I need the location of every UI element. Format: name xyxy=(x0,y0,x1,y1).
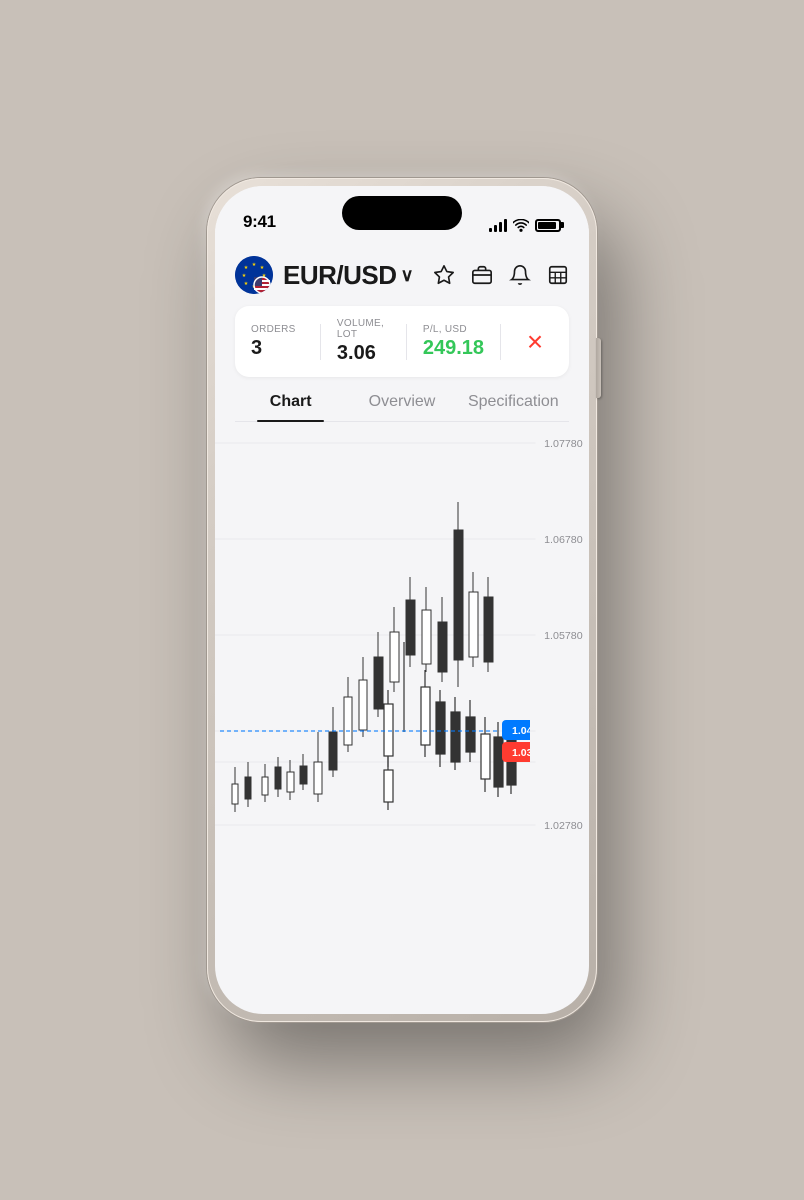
svg-text:1.02780: 1.02780 xyxy=(544,821,583,832)
stat-divider-3 xyxy=(500,324,501,360)
header: ★ ★ ★ ★ ★ ★ ★ ★ xyxy=(235,240,569,306)
currency-selector[interactable]: ★ ★ ★ ★ ★ ★ ★ ★ xyxy=(235,256,414,294)
svg-text:★: ★ xyxy=(244,265,249,271)
header-action-icons xyxy=(433,264,569,286)
phone-screen: 9:41 xyxy=(215,186,589,1014)
tab-overview[interactable]: Overview xyxy=(346,393,457,421)
orders-value: 3 xyxy=(251,337,304,360)
candle-group xyxy=(232,502,516,812)
calculator-icon[interactable] xyxy=(547,264,569,286)
wifi-icon xyxy=(513,219,529,232)
stat-divider-2 xyxy=(406,324,407,360)
close-button[interactable]: × xyxy=(517,324,553,360)
svg-text:★: ★ xyxy=(244,281,249,287)
svg-text:★: ★ xyxy=(252,262,257,268)
pl-label: P/L, USD xyxy=(423,324,484,335)
svg-text:1.06780: 1.06780 xyxy=(544,535,583,546)
close-icon: × xyxy=(527,328,543,356)
svg-text:★: ★ xyxy=(242,273,247,279)
tab-specification[interactable]: Specification xyxy=(458,393,569,421)
star-icon[interactable] xyxy=(433,264,455,286)
chevron-down-icon: ∨ xyxy=(401,265,414,286)
svg-text:★: ★ xyxy=(260,265,265,271)
svg-text:1.07780: 1.07780 xyxy=(544,439,583,450)
pl-stat: P/L, USD 249.18 xyxy=(423,324,484,360)
orders-label: ORDERS xyxy=(251,324,304,335)
status-icons xyxy=(489,218,561,232)
stat-divider-1 xyxy=(320,324,321,360)
svg-text:1.04780: 1.04780 xyxy=(512,725,530,737)
volume-stat: VOLUME, LOT 3.06 xyxy=(337,318,390,365)
chart-area: 1.07780 1.06780 1.05780 1.02780 xyxy=(215,422,589,842)
briefcase-icon[interactable] xyxy=(471,264,493,286)
tab-bar: Chart Overview Specification xyxy=(235,377,569,422)
candlestick-chart: 1.04780 1.03780 xyxy=(220,422,530,842)
status-bar: 9:41 xyxy=(215,186,589,240)
battery-icon xyxy=(535,219,561,232)
status-time: 9:41 xyxy=(243,212,276,232)
svg-text:1.03780: 1.03780 xyxy=(512,747,530,759)
stats-bar: ORDERS 3 VOLUME, LOT 3.06 P/L, USD 249.1… xyxy=(235,306,569,377)
app-content: ★ ★ ★ ★ ★ ★ ★ ★ xyxy=(215,240,589,842)
volume-value: 3.06 xyxy=(337,342,390,365)
volume-label: VOLUME, LOT xyxy=(337,318,390,340)
bell-icon[interactable] xyxy=(509,264,531,286)
pl-value: 249.18 xyxy=(423,337,484,360)
svg-text:1.05780: 1.05780 xyxy=(544,631,583,642)
signal-icon xyxy=(489,218,507,232)
tab-chart[interactable]: Chart xyxy=(235,393,346,421)
dynamic-island xyxy=(342,196,462,230)
flag-icon: ★ ★ ★ ★ ★ ★ ★ ★ xyxy=(235,256,273,294)
currency-pair-title: EUR/USD xyxy=(283,260,397,291)
orders-stat: ORDERS 3 xyxy=(251,324,304,360)
phone-frame: 9:41 xyxy=(207,178,597,1022)
